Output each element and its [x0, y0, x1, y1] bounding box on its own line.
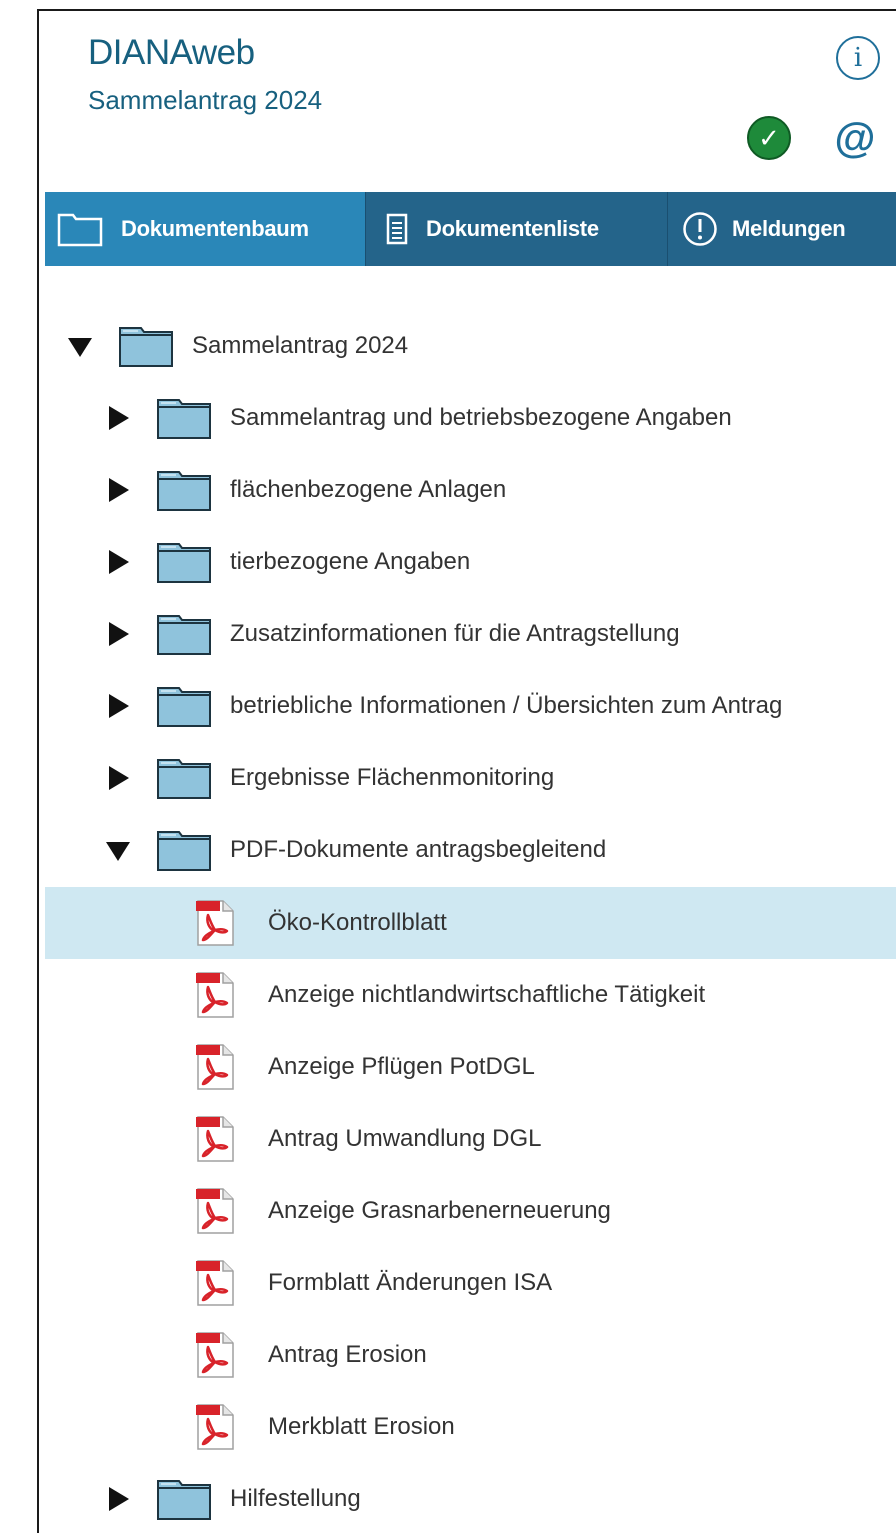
folder-icon	[157, 1480, 211, 1520]
info-icon-glyph: i	[853, 43, 863, 73]
tab-label: Meldungen	[732, 216, 846, 241]
folder-icon	[57, 211, 103, 247]
tree-node-document[interactable]: Antrag Erosion	[45, 1319, 896, 1391]
tree-node-label: Antrag Umwandlung DGL	[268, 1125, 542, 1152]
tab-meldungen[interactable]: Meldungen	[668, 192, 896, 266]
tree-node-folder[interactable]: Zusatzinformationen für die Antragstellu…	[45, 598, 896, 670]
pdf-icon	[196, 1332, 234, 1378]
tree-node-label: Merkblatt Erosion	[268, 1413, 455, 1440]
tree-node-label: tierbezogene Angaben	[230, 548, 471, 575]
tree-node-document[interactable]: Antrag Umwandlung DGL	[45, 1103, 896, 1175]
folder-icon	[157, 399, 211, 439]
tab-dokumentenliste[interactable]: Dokumentenliste	[366, 192, 668, 266]
folder-icon	[157, 687, 211, 727]
tree-node-folder[interactable]: flächenbezogene Anlagen	[45, 454, 896, 526]
at-icon[interactable]: @	[832, 114, 878, 161]
tree-node-label: betriebliche Informationen / Übersichten…	[230, 692, 783, 719]
tree-node-label: PDF-Dokumente antragsbegleitend	[230, 836, 607, 863]
tree-node-label: Anzeige nichtlandwirtschaftliche Tätigke…	[268, 981, 706, 1008]
tree-node-folder[interactable]: Hilfestellung	[45, 1463, 896, 1533]
tree-node-label: Hilfestellung	[230, 1485, 361, 1512]
tab-label: Dokumentenliste	[426, 216, 599, 241]
folder-icon	[157, 471, 211, 511]
list-icon	[386, 213, 408, 245]
tree-node-document[interactable]: Formblatt Änderungen ISA	[45, 1247, 896, 1319]
pdf-icon	[196, 1044, 234, 1090]
tab-label: Dokumentenbaum	[121, 216, 309, 241]
pdf-icon	[196, 1404, 234, 1450]
tree-node-label: Formblatt Änderungen ISA	[268, 1269, 553, 1296]
exclamation-icon	[682, 211, 718, 247]
tree-node-document[interactable]: Anzeige Pflügen PotDGL	[45, 1031, 896, 1103]
tree-node-label: Sammelantrag 2024	[192, 332, 409, 359]
pdf-icon	[196, 900, 234, 946]
caret-right-icon[interactable]	[105, 1485, 133, 1513]
tree-node-folder[interactable]: PDF-Dokumente antragsbegleitend	[45, 814, 896, 886]
tree-node-folder[interactable]: Ergebnisse Flächenmonitoring	[45, 742, 896, 814]
pdf-icon	[196, 1188, 234, 1234]
tree-node-folder[interactable]: Sammelantrag und betriebsbezogene Angabe…	[45, 382, 896, 454]
pdf-icon	[196, 1116, 234, 1162]
caret-right-icon[interactable]	[105, 404, 133, 432]
pdf-icon	[196, 972, 234, 1018]
app-subtitle: Sammelantrag 2024	[88, 85, 323, 115]
tree-node-document[interactable]: Anzeige nichtlandwirtschaftliche Tätigke…	[45, 959, 896, 1031]
caret-right-icon[interactable]	[105, 692, 133, 720]
tree-node-label: Ergebnisse Flächenmonitoring	[230, 764, 555, 791]
pdf-icon	[196, 1260, 234, 1306]
tree-node-root[interactable]: Sammelantrag 2024	[45, 310, 896, 382]
folder-icon	[157, 759, 211, 799]
app-title: DIANAweb	[88, 33, 255, 72]
tree-node-label: Antrag Erosion	[268, 1341, 427, 1368]
folder-icon	[119, 327, 173, 367]
folder-icon	[157, 615, 211, 655]
tree-node-document[interactable]: Anzeige Grasnarbenerneuerung	[45, 1175, 896, 1247]
tree-node-folder[interactable]: tierbezogene Angaben	[45, 526, 896, 598]
caret-right-icon[interactable]	[105, 620, 133, 648]
check-icon[interactable]: ✓	[747, 116, 791, 160]
caret-right-icon[interactable]	[105, 548, 133, 576]
tree-node-document[interactable]: Merkblatt Erosion	[45, 1391, 896, 1463]
at-icon-glyph: @	[834, 114, 876, 161]
caret-down-icon[interactable]	[66, 333, 94, 361]
tree-node-label: Sammelantrag und betriebsbezogene Angabe…	[230, 404, 732, 431]
tree-node-label: flächenbezogene Anlagen	[230, 476, 507, 503]
folder-icon	[157, 831, 211, 871]
tree-node-label: Öko-Kontrollblatt	[268, 909, 447, 936]
tree-node-label: Zusatzinformationen für die Antragstellu…	[230, 620, 680, 647]
tree-node-document[interactable]: Öko-Kontrollblatt	[45, 887, 896, 959]
tab-bar: Dokumentenbaum Dokumentenliste Meldungen	[45, 192, 896, 266]
caret-right-icon[interactable]	[105, 764, 133, 792]
tab-dokumentenbaum[interactable]: Dokumentenbaum	[45, 192, 366, 266]
app-panel: DIANAweb Sammelantrag 2024 i ✓ @ Dokumen…	[37, 9, 896, 1533]
tree-node-folder[interactable]: betriebliche Informationen / Übersichten…	[45, 670, 896, 742]
tree-node-label: Anzeige Grasnarbenerneuerung	[268, 1197, 611, 1224]
tree-node-label: Anzeige Pflügen PotDGL	[268, 1053, 535, 1080]
caret-right-icon[interactable]	[105, 476, 133, 504]
folder-icon	[157, 543, 211, 583]
info-icon[interactable]: i	[836, 36, 880, 80]
caret-down-icon[interactable]	[104, 837, 132, 865]
